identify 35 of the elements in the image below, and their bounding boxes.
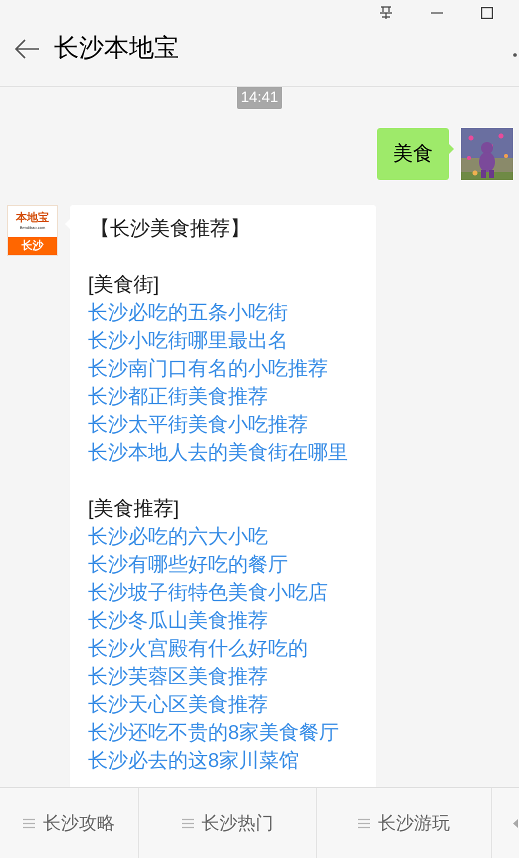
menu-icon [23,818,35,828]
section-title: [美食街] [88,273,160,298]
article-link[interactable]: 长沙必吃的六大小吃 [88,523,268,551]
article-link[interactable]: 长沙天心区美食推荐 [88,691,268,719]
menu-bar-item[interactable]: 长沙游玩 [317,788,492,858]
article-link[interactable]: 长沙还吃不贵的8家美食餐厅 [88,719,340,747]
logo-city-text: 长沙 [22,240,44,252]
logo-brand-text: 本地宝 [16,213,49,224]
message-heading: 【长沙美食推荐】 [89,217,251,242]
article-link[interactable]: 长沙冬瓜山美食推荐 [88,607,268,635]
maximize-icon[interactable] [481,7,493,19]
article-link[interactable]: 长沙太平街美食小吃推荐 [88,411,308,439]
back-arrow-icon[interactable] [14,38,40,60]
article-link[interactable]: 长沙有哪些好吃的餐厅 [88,551,288,579]
menu-bar-item[interactable]: 长沙热门 [139,788,317,858]
menu-icon [358,818,370,828]
minimize-icon[interactable] [431,12,443,14]
keyboard-toggle-icon[interactable] [513,818,518,828]
article-link[interactable]: 长沙本地人去的美食街在哪里 [88,439,348,467]
article-link[interactable]: 长沙芙蓉区美食推荐 [88,663,268,691]
article-link[interactable]: 长沙都正街美食推荐 [88,383,268,411]
timestamp: 14:41 [236,87,282,109]
pin-icon[interactable] [379,6,393,20]
article-link[interactable]: 长沙南门口有名的小吃推荐 [88,355,328,383]
article-link[interactable]: 长沙坡子街特色美食小吃店 [88,579,328,607]
article-link[interactable]: 长沙小吃街哪里最出名 [88,327,288,355]
chat-title: 长沙本地宝 [54,36,179,61]
bubble-tail [449,144,454,154]
menu-icon [182,818,194,828]
article-link[interactable]: 长沙火宫殿有什么好吃的 [88,635,308,663]
article-link[interactable]: 长沙必吃的五条小吃街 [88,299,288,327]
menu-bar-item[interactable]: 长沙攻略 [0,788,139,858]
section-title: [美食推荐] [88,497,180,522]
more-dot-icon[interactable] [513,53,517,57]
article-link[interactable]: 长沙必去的这8家川菜馆 [88,747,300,775]
